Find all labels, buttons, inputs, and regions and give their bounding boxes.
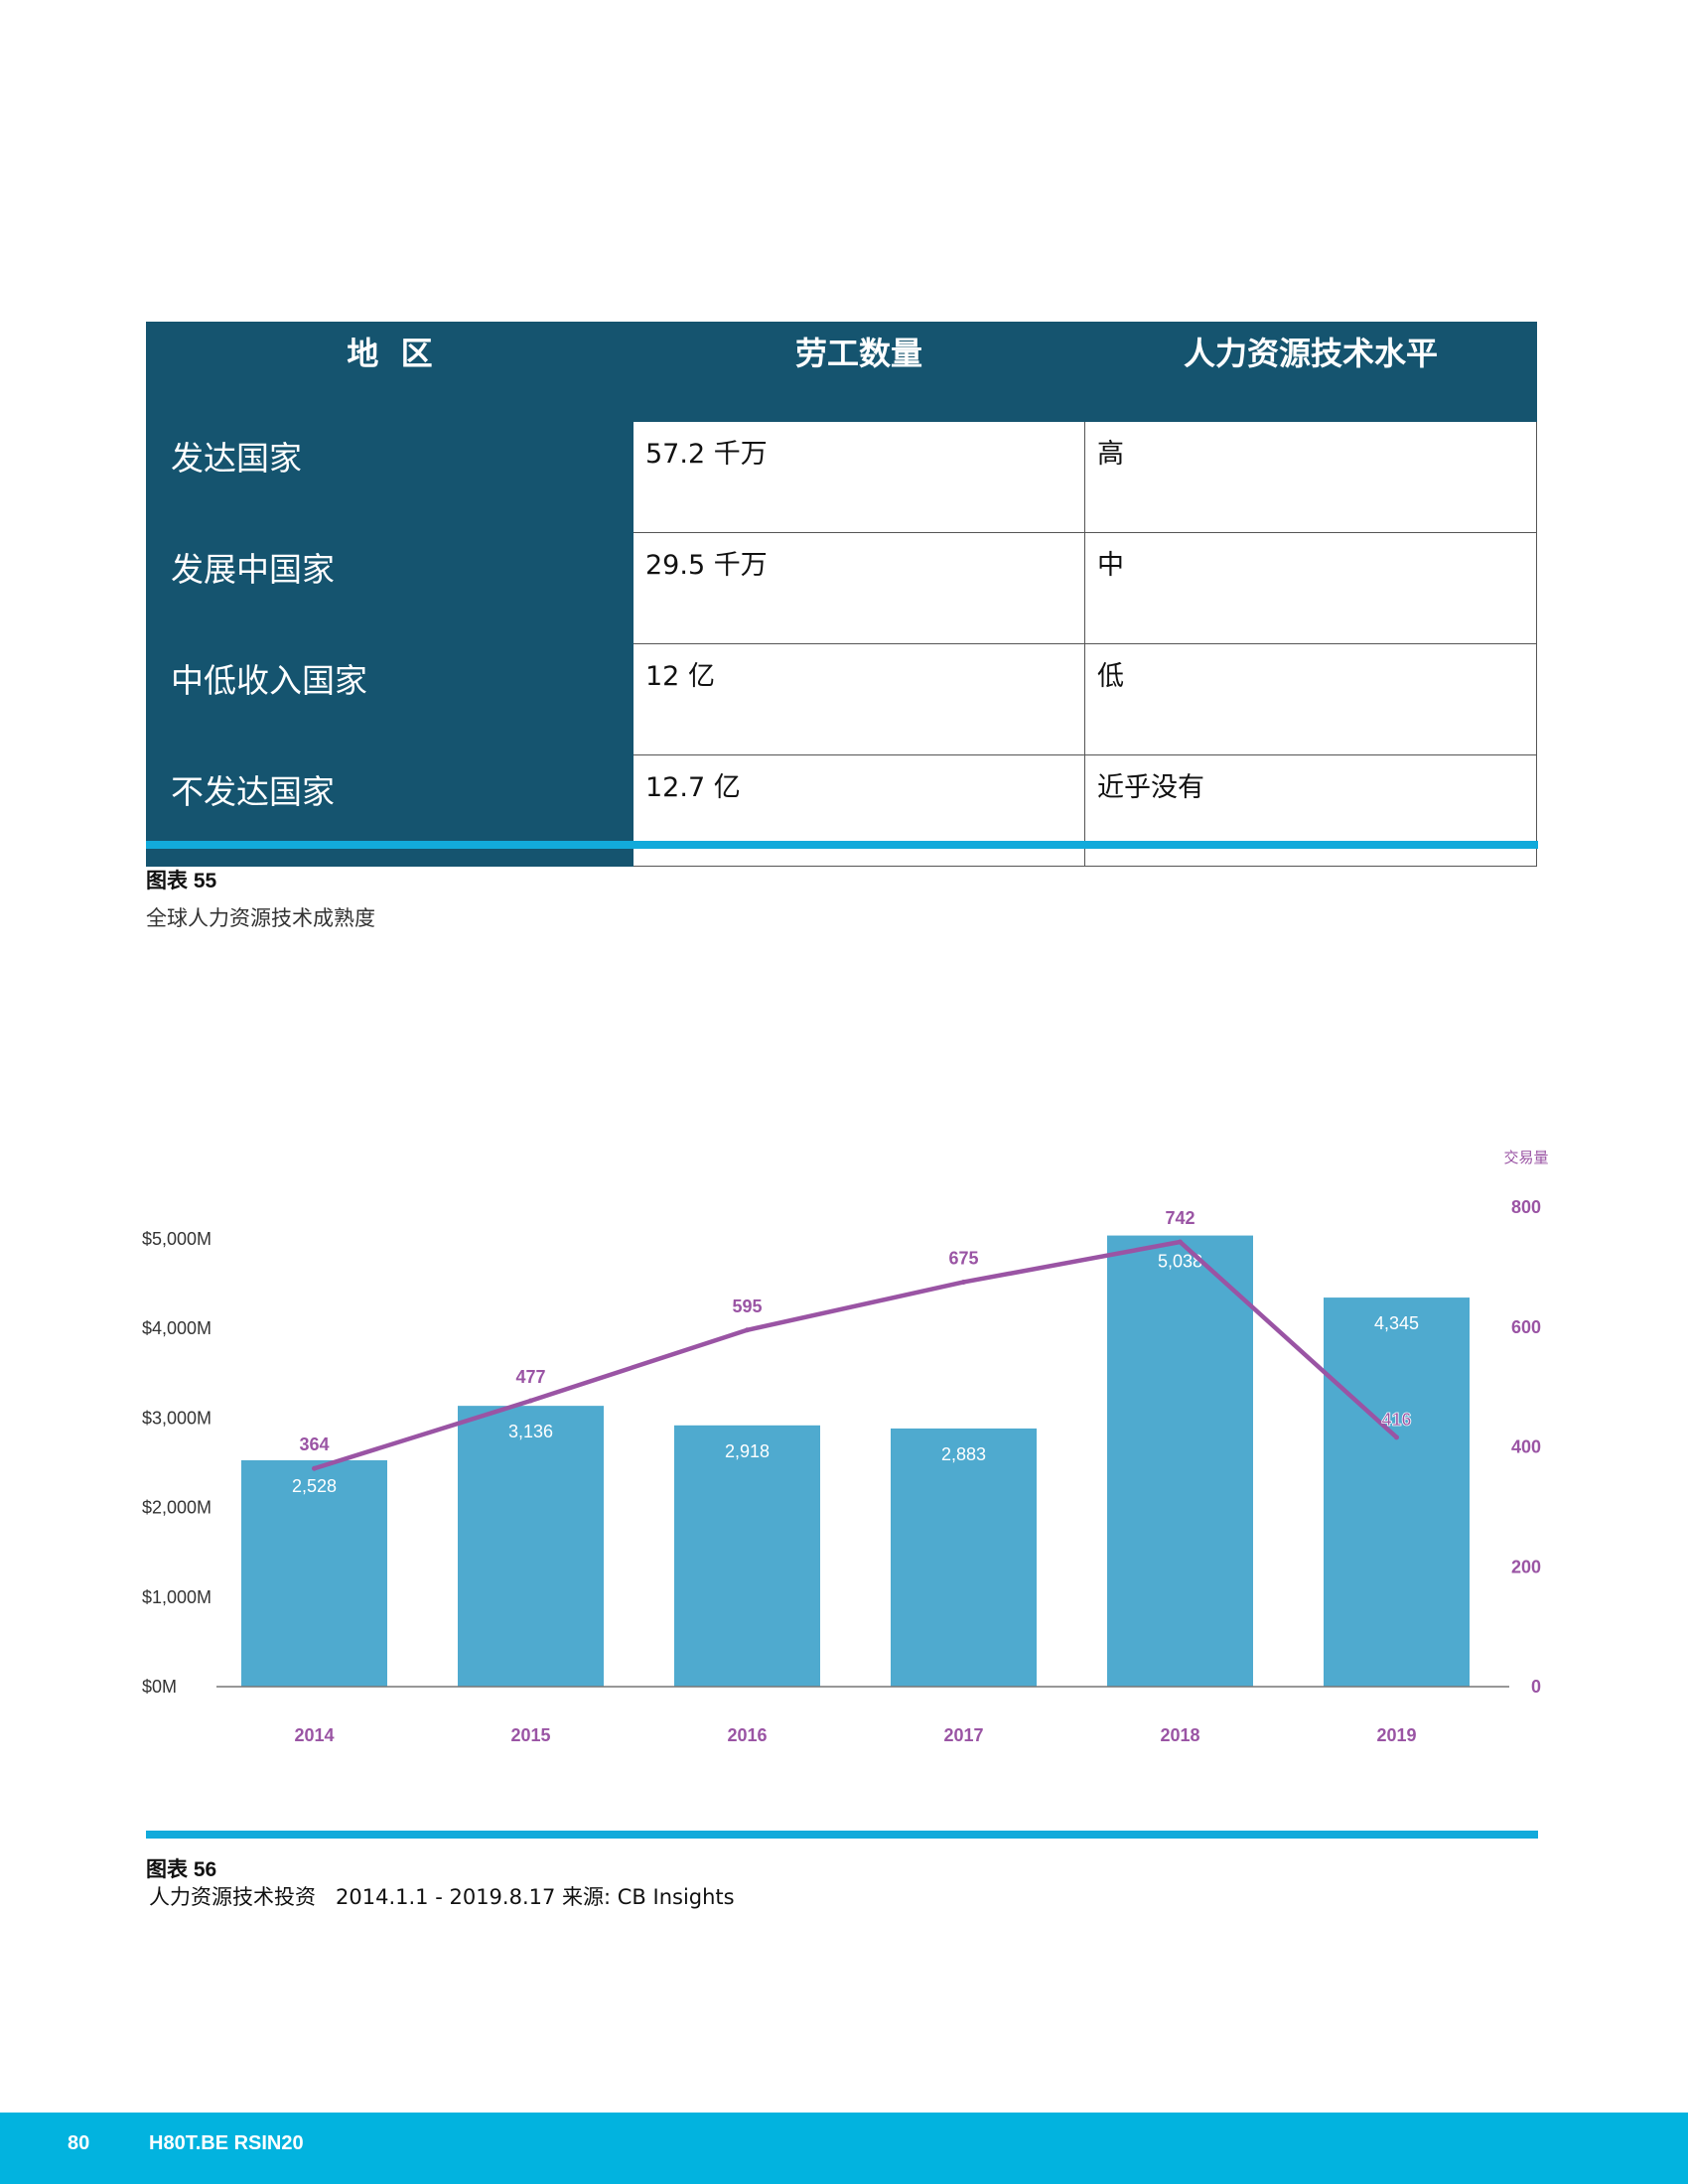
left-tick-label: $0M bbox=[142, 1677, 177, 1697]
bar-value-label: 2,918 bbox=[725, 1441, 770, 1461]
x-tick-label: 2014 bbox=[294, 1725, 334, 1745]
footer-brand: H80T.BE RSIN20 bbox=[149, 2132, 304, 2154]
table-row: 不发达国家 12.7 亿 近乎没有 bbox=[146, 754, 1537, 867]
line-value-label: 477 bbox=[515, 1367, 545, 1387]
line-point bbox=[745, 1327, 750, 1333]
left-tick-label: $3,000M bbox=[142, 1408, 211, 1428]
right-tick-label: 0 bbox=[1531, 1677, 1541, 1697]
investment-chart: $0M $1,000M $2,000M $3,000M $4,000M $5,000M 交… bbox=[142, 1149, 1549, 1745]
table-row: 发达国家 57.2 千万 高 bbox=[146, 421, 1537, 533]
x-axis: 2014 2015 2016 2017 2018 2019 bbox=[294, 1725, 1416, 1745]
table-row: 中低收入国家 12 亿 低 bbox=[146, 643, 1537, 755]
bar bbox=[1107, 1235, 1253, 1687]
line-value-label: 742 bbox=[1165, 1208, 1195, 1228]
page-number: 80 bbox=[68, 2132, 90, 2154]
page-footer: 80 H80T.BE RSIN20 bbox=[0, 2113, 1688, 2184]
bar-series: 2,5283,1362,918 2,8835,0384,345 bbox=[241, 1235, 1470, 1687]
x-tick-label: 2018 bbox=[1160, 1725, 1199, 1745]
x-tick-label: 2015 bbox=[510, 1725, 550, 1745]
region-cell: 发展中国家 bbox=[146, 532, 633, 644]
left-axis: $0M $1,000M $2,000M $3,000M $4,000M $5,000M bbox=[142, 1229, 211, 1697]
section-divider bbox=[146, 1831, 1538, 1839]
region-cell: 不发达国家 bbox=[146, 754, 633, 867]
x-tick-label: 2017 bbox=[943, 1725, 983, 1745]
line-value-label: 595 bbox=[732, 1297, 762, 1316]
bar bbox=[891, 1428, 1037, 1687]
figure-subtitle: 人力资源技术投资 2014.1.1 - 2019.8.17 来源: CB Ins… bbox=[149, 1885, 735, 1909]
region-cell: 中低收入国家 bbox=[146, 643, 633, 755]
header-workers: 劳工数量 bbox=[633, 322, 1085, 422]
workers-cell: 12.7 亿 bbox=[633, 754, 1085, 867]
bar-value-label: 4,345 bbox=[1374, 1313, 1419, 1333]
line-value-label: 364 bbox=[299, 1434, 329, 1454]
bar bbox=[458, 1406, 604, 1687]
section-divider bbox=[146, 841, 1538, 849]
line-value-label: 675 bbox=[948, 1248, 978, 1268]
figure-subtitle: 全球人力资源技术成熟度 bbox=[146, 906, 375, 930]
workers-cell: 12 亿 bbox=[633, 643, 1085, 755]
line-point bbox=[312, 1465, 317, 1471]
workers-cell: 57.2 千万 bbox=[633, 421, 1085, 533]
right-tick-label: 800 bbox=[1511, 1197, 1541, 1217]
hr-tech-maturity-table: 地 区 劳工数量 人力资源技术水平 发达国家 57.2 千万 高 发展中国家 2… bbox=[146, 322, 1537, 867]
level-cell: 中 bbox=[1084, 532, 1537, 644]
x-tick-label: 2019 bbox=[1376, 1725, 1416, 1745]
table-row: 发展中国家 29.5 千万 中 bbox=[146, 532, 1537, 644]
right-tick-label: 600 bbox=[1511, 1317, 1541, 1337]
line-value-label: 416 bbox=[1381, 1410, 1411, 1430]
line-point bbox=[1394, 1434, 1399, 1440]
region-cell: 发达国家 bbox=[146, 421, 633, 533]
workers-cell: 29.5 千万 bbox=[633, 532, 1085, 644]
bar-value-label: 2,528 bbox=[292, 1476, 337, 1496]
bar-value-label: 2,883 bbox=[941, 1444, 986, 1464]
right-axis-title: 交易量 bbox=[1503, 1149, 1548, 1166]
left-tick-label: $5,000M bbox=[142, 1229, 211, 1249]
level-cell: 低 bbox=[1084, 643, 1537, 755]
right-tick-label: 200 bbox=[1511, 1557, 1541, 1576]
right-axis: 交易量 0 200 400 600 800 bbox=[1503, 1149, 1548, 1697]
level-cell: 近乎没有 bbox=[1084, 754, 1537, 867]
table-header-row: 地 区 劳工数量 人力资源技术水平 bbox=[146, 322, 1537, 422]
line-point bbox=[528, 1398, 533, 1404]
left-tick-label: $2,000M bbox=[142, 1498, 211, 1518]
bar-value-label: 3,136 bbox=[508, 1422, 553, 1441]
left-tick-label: $4,000M bbox=[142, 1318, 211, 1338]
figure-label: 图表 55 bbox=[146, 870, 217, 892]
level-cell: 高 bbox=[1084, 421, 1537, 533]
figure-label: 图表 56 bbox=[146, 1858, 217, 1881]
x-tick-label: 2016 bbox=[727, 1725, 767, 1745]
right-tick-label: 400 bbox=[1511, 1437, 1541, 1457]
line-point bbox=[961, 1279, 966, 1285]
left-tick-label: $1,000M bbox=[142, 1587, 211, 1607]
header-region: 地 区 bbox=[146, 322, 633, 422]
bar bbox=[674, 1425, 820, 1687]
bar bbox=[1324, 1297, 1470, 1687]
line-point bbox=[1178, 1239, 1183, 1245]
header-level: 人力资源技术水平 bbox=[1084, 322, 1537, 422]
